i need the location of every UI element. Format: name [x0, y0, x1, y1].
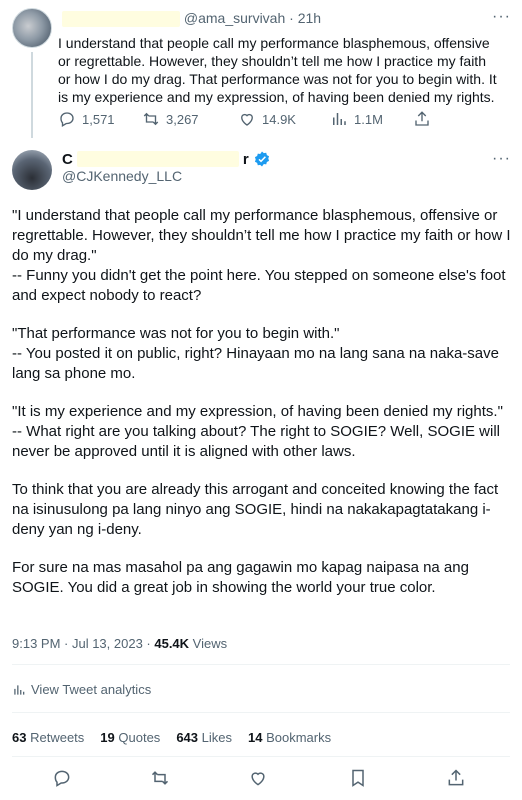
retweets-stat[interactable]: 63 Retweets [12, 730, 84, 745]
analytics-icon [14, 684, 25, 695]
like-count: 14.9K [262, 111, 296, 127]
bookmark-icon[interactable] [348, 768, 368, 788]
quotes-stat[interactable]: 19 Quotes [100, 730, 160, 745]
share-icon [415, 111, 429, 126]
retweet-icon[interactable] [150, 768, 170, 788]
analytics-label: View Tweet analytics [31, 682, 152, 697]
reply-tweet-text: I understand that people call my perform… [58, 35, 497, 105]
more-options-icon[interactable]: ··· [492, 8, 511, 26]
author-name[interactable]: C r [62, 150, 271, 168]
views-count: 1.1M [354, 111, 383, 127]
author-handle[interactable]: @CJKennedy_LLC [62, 168, 182, 184]
like-button[interactable]: 14.9K [238, 110, 296, 128]
views-button[interactable]: 1.1M [330, 110, 383, 128]
retweet-icon [143, 112, 159, 126]
share-button[interactable] [413, 110, 431, 128]
timestamp-text[interactable]: 9:13 PM · Jul 13, 2023 · [12, 636, 154, 651]
bookmarks-count: 14 [248, 730, 263, 745]
reply-icon [60, 112, 74, 127]
likes-count: 643 [176, 730, 199, 745]
avatar[interactable] [12, 8, 52, 48]
tweet-paragraph: "It is my experience and my expression, … [12, 403, 503, 460]
view-analytics-link[interactable]: View Tweet analytics [12, 682, 151, 697]
heart-icon [241, 113, 253, 126]
quotes-label: Quotes [118, 730, 161, 745]
verified-badge-icon [254, 151, 269, 167]
likes-stat[interactable]: 643 Likes [176, 730, 232, 745]
author-name-start: C [62, 150, 73, 168]
tweet-paragraph: "That performance was not for you to beg… [12, 325, 499, 382]
retweet-button[interactable]: 3,267 [142, 110, 199, 128]
reply-tweet-actions: 1,571 3,267 14.9K 1.1M [58, 110, 498, 132]
avatar[interactable] [12, 150, 52, 190]
divider [12, 712, 510, 713]
tweet-paragraph: For sure na mas masahol pa ang gagawin m… [12, 559, 469, 596]
tweet-timestamp: 9:13 PM · Jul 13, 2023 · 45.4K Views [12, 636, 227, 651]
tweet-paragraph: "I understand that people call my perfor… [12, 207, 511, 304]
reply-button[interactable]: 1,571 [58, 110, 115, 128]
redacted-name [62, 11, 180, 28]
divider [12, 756, 510, 757]
bookmarks-label: Bookmarks [266, 730, 332, 745]
share-icon[interactable] [446, 768, 466, 788]
reply-handle[interactable]: @ama_survivah [184, 10, 285, 26]
tweet-paragraph: To think that you are already this arrog… [12, 481, 499, 538]
retweets-count: 63 [12, 730, 27, 745]
quotes-count: 19 [100, 730, 115, 745]
thread-line [31, 52, 33, 138]
analytics-icon [333, 113, 346, 125]
separator: · [289, 10, 294, 26]
tweet-action-bar [12, 768, 510, 792]
views-count: 45.4K [154, 636, 190, 651]
reply-tweet-header: @ama_survivah · 21h [62, 10, 321, 28]
views-label: Views [189, 636, 228, 651]
divider [12, 664, 510, 665]
reply-icon[interactable] [52, 768, 72, 788]
redacted-name [76, 151, 239, 167]
likes-label: Likes [201, 730, 232, 745]
more-options-icon[interactable]: ··· [492, 150, 511, 168]
bookmarks-stat[interactable]: 14 Bookmarks [248, 730, 331, 745]
engagement-stats: 63 Retweets 19 Quotes 643 Likes 14 Bookm… [12, 730, 331, 745]
retweet-count: 3,267 [166, 111, 199, 127]
heart-icon[interactable] [248, 768, 268, 788]
reply-count: 1,571 [82, 111, 115, 127]
reply-time[interactable]: 21h [298, 10, 321, 26]
retweets-label: Retweets [30, 730, 85, 745]
tweet-text: "I understand that people call my perfor… [12, 206, 512, 616]
author-name-end: r [242, 150, 249, 168]
